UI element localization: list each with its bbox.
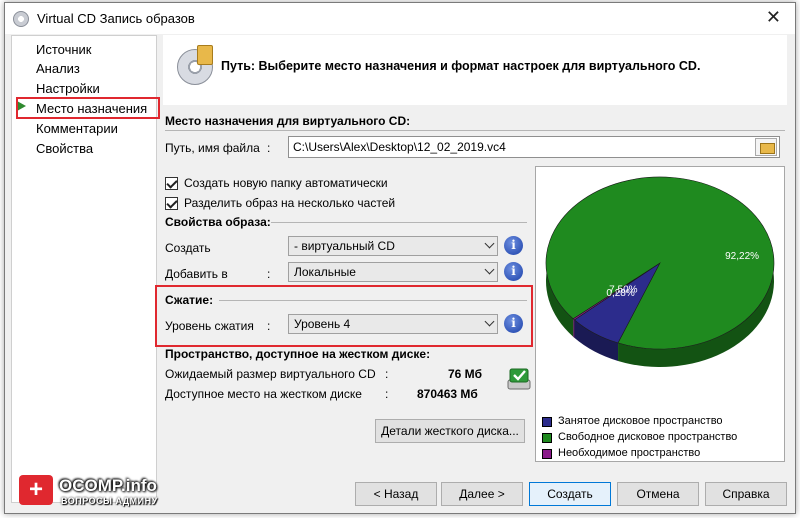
add-to-select[interactable]: Локальные [288, 262, 498, 282]
close-icon[interactable]: ✕ [766, 7, 781, 28]
create-folder-label: Создать новую папку автоматически [184, 176, 388, 190]
step-description: Путь: Выберите место назначения и формат… [221, 59, 701, 73]
legend-label-used: Занятое дисковое пространство [558, 415, 723, 427]
expected-size-colon: : [385, 367, 389, 381]
free-space-label: Доступное место на жестком диске [165, 387, 362, 401]
split-image-checkbox[interactable] [165, 197, 178, 210]
help-button[interactable]: Справка [705, 482, 787, 506]
legend-swatch-free [542, 433, 552, 443]
dialog-window: Virtual CD Запись образов ✕ Источник Ана… [4, 2, 796, 514]
site-watermark: + OCOMP.info ВОПРОСЫ АДМИНУ [19, 475, 199, 511]
chevron-down-icon [484, 316, 495, 327]
image-props-section-title: Свойства образа: [165, 215, 271, 229]
disk-details-button[interactable]: Детали жесткого диска... [375, 419, 525, 443]
title-bar: Virtual CD Запись образов ✕ [5, 3, 795, 34]
step-header: Путь: Выберите место назначения и формат… [163, 35, 787, 105]
wizard-steps-nav: Источник Анализ Настройки Место назначен… [11, 35, 160, 503]
nav-item-comments[interactable]: Комментарии [36, 121, 118, 136]
create-type-select[interactable]: - виртуальный CD [288, 236, 498, 256]
info-icon[interactable]: i [504, 262, 523, 281]
pie-label-2: 0,28% [606, 288, 634, 299]
chevron-down-icon [484, 264, 495, 275]
compression-level-value: Уровень 4 [294, 317, 351, 331]
nav-item-source[interactable]: Источник [36, 42, 92, 57]
legend-label-free: Свободное дисковое пространство [558, 431, 738, 443]
add-to-label: Добавить в [165, 267, 228, 281]
destination-section-title: Место назначения для виртуального CD: [165, 114, 411, 128]
browse-folder-button[interactable] [755, 138, 777, 156]
disk-usage-chart-panel: 7,50% 92,22% 0,28% Занятое дисковое простр… [535, 166, 785, 462]
info-icon[interactable]: i [504, 236, 523, 255]
path-value: C:\Users\Alex\Desktop\12_02_2019.vc4 [293, 140, 506, 154]
nav-item-settings[interactable]: Настройки [36, 81, 100, 96]
create-type-label: Создать [165, 241, 211, 255]
watermark-subtitle: ВОПРОСЫ АДМИНУ [61, 496, 158, 506]
free-space-value: 870463 Мб [417, 387, 478, 401]
legend-swatch-required [542, 449, 552, 459]
disk-usage-pie-chart: 7,50%92,22%0,28% [545, 176, 775, 367]
create-folder-checkbox[interactable] [165, 177, 178, 190]
cd-app-icon [13, 11, 29, 27]
legend-swatch-used [542, 417, 552, 427]
expected-size-label: Ожидаемый размер виртуального CD [165, 367, 376, 381]
create-type-value: - виртуальный CD [294, 239, 395, 253]
back-button[interactable]: < Назад [355, 482, 437, 506]
nav-item-properties[interactable]: Свойства [36, 141, 93, 156]
next-button[interactable]: Далее > [441, 482, 523, 506]
compression-level-label: Уровень сжатия [165, 319, 254, 333]
divider [271, 222, 527, 223]
window-title: Virtual CD Запись образов [37, 11, 195, 26]
cancel-button[interactable]: Отмена [617, 482, 699, 506]
path-input[interactable]: C:\Users\Alex\Desktop\12_02_2019.vc4 [288, 136, 780, 158]
add-to-value: Локальные [294, 265, 356, 279]
pie-label-1: 92,22% [725, 251, 759, 262]
split-image-label: Разделить образ на несколько частей [184, 196, 396, 210]
nav-item-analysis[interactable]: Анализ [36, 61, 80, 76]
folder-icon [197, 45, 213, 65]
compression-level-select[interactable]: Уровень 4 [288, 314, 498, 334]
pie-slice-side [573, 318, 575, 338]
divider [219, 300, 527, 301]
compression-section-title: Сжатие: [165, 293, 214, 307]
create-button[interactable]: Создать [529, 482, 611, 506]
watermark-cross-icon: + [19, 475, 53, 505]
compression-colon: : [267, 319, 271, 333]
chevron-down-icon [484, 238, 495, 249]
legend-label-required: Необходимое пространство [558, 447, 701, 459]
hard-drive-ok-icon [507, 368, 531, 390]
disk-space-section-title: Пространство, доступное на жестком диске… [165, 347, 431, 361]
info-icon[interactable]: i [504, 314, 523, 333]
open-folder-icon [760, 143, 775, 154]
add-to-colon: : [267, 267, 271, 281]
watermark-brand: OCOMP.info [59, 476, 157, 495]
divider [165, 130, 785, 131]
path-colon: : [267, 141, 271, 155]
expected-size-value: 76 Мб [448, 367, 483, 381]
free-space-colon: : [385, 387, 389, 401]
selected-step-highlight [16, 97, 160, 119]
path-label: Путь, имя файла [165, 141, 260, 155]
